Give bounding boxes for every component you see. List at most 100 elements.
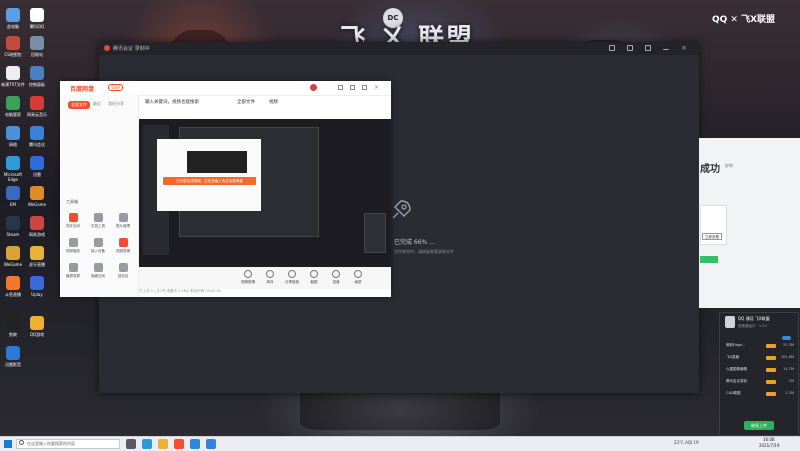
windows-start-icon[interactable] [4,440,12,448]
clock-time[interactable]: 16:08 [763,437,775,442]
desktop-icon[interactable]: EM [0,186,26,207]
toolbox-item[interactable]: 截屏录屏 [64,263,82,279]
desktop-icon[interactable]: 腾讯QQ [24,8,50,29]
notification-popup[interactable]: QQ 通话 飞X联盟 语音通话中 · 1:53 微软Edge... 52.3M 飞X… [719,312,799,436]
desktop-icon[interactable]: 斗鱼直播 [0,276,26,297]
desktop-icon[interactable]: 控制面板 [24,66,50,87]
desktop-icon[interactable]: 虎牙直播 [24,246,50,267]
toolbox-item[interactable]: 照片管理 [114,213,132,229]
desktop-icon[interactable]: CS地图包 [0,36,26,57]
toolbox-item[interactable]: 回收站 [114,263,132,279]
desktop-icon[interactable]: 网络 [0,126,26,147]
desktop-icon[interactable]: Microsoft Edge [0,156,26,182]
popup-row-value: 52.3M [783,343,794,347]
desktop-icon[interactable]: 迅雷影音 [0,346,26,367]
explorer-icon[interactable] [158,439,168,449]
desktop-icon-label: QQ游戏 [29,332,45,337]
result-subtitle: 好的 [725,163,733,168]
toggle-switch[interactable] [782,336,791,340]
mail-icon[interactable] [338,85,343,90]
toolbox-item[interactable]: 视频剪辑 [114,238,132,254]
video-tool-button[interactable]: 分享链接 [283,270,301,285]
close-icon[interactable]: × [681,45,687,52]
popup-action-button[interactable]: 继续上传 [744,421,774,430]
app-icon [30,126,44,140]
clock-date[interactable]: 2021/7/19 [759,443,780,448]
popup-row[interactable]: 微软Edge... 52.3M [726,343,796,350]
upload-toast: 已为您生成视频，正在准备上传至百度网盘 [163,177,256,185]
window-titlebar[interactable]: 腾讯会议 录制中 × [99,42,699,55]
desktop-icon[interactable]: 回收站 [24,36,50,57]
desktop-icon[interactable]: QQ游戏 [24,316,50,337]
popup-row-label: CAD看图 [726,391,741,395]
netdisk-window[interactable]: 百度网盘 SVIP × 全部文件 最近 我的分享 工具箱 同步空间 文档工具 照片管… [60,81,391,297]
taskbar-search-input[interactable]: 在这里输入你要搜索的内容 [16,439,120,449]
desktop-icon[interactable]: WeGame [24,186,50,207]
desktop-icon[interactable]: 剪映 [0,316,26,337]
baidu-netdisk-icon[interactable] [174,439,184,449]
desktop-icon[interactable]: 迅雷 [24,156,50,177]
desktop-icon[interactable]: 电脑管家 [0,96,26,117]
app-icon [6,216,20,230]
toolbox-item[interactable]: 同步空间 [64,213,82,229]
toolbox-item[interactable]: 视频播放 [64,238,82,254]
desktop-icon-label: 腾讯QQ [29,24,45,29]
edge-icon[interactable] [142,439,152,449]
tab-my-share[interactable]: 我的分享 [108,101,124,107]
video-tool-button[interactable]: 转存 [261,270,279,285]
desktop-icon-label: 此电脑 [7,24,19,29]
window-title: 腾讯会议 录制中 [113,46,150,52]
tab-all-files[interactable]: 全部文件 [68,101,90,109]
tool-icon [68,238,78,247]
video-tool-button[interactable]: 画质 [349,270,367,285]
desktop-icon[interactable]: 网易云音乐 [24,96,50,117]
popup-row[interactable]: CAD看图 1.2M [726,391,796,398]
popup-row[interactable]: 飞X直播 102.6M [726,355,796,362]
camera-icon[interactable] [627,45,633,51]
video-tool-button[interactable]: 视频剪辑 [239,270,257,285]
svip-badge[interactable]: SVIP [108,84,123,91]
desktop-icon[interactable]: 此电脑 [0,8,26,29]
toolbox-item[interactable]: 接入设备 [89,238,107,254]
pin-icon[interactable] [609,45,615,51]
tab-video[interactable]: 视频 [269,99,278,105]
desktop-icon[interactable]: 新建TXT文件 [0,66,26,87]
confirm-button[interactable] [700,256,718,263]
skin-icon[interactable] [350,85,355,90]
avatar[interactable] [310,84,317,91]
video-tool-button[interactable]: 倍速 [327,270,345,285]
close-icon[interactable]: × [374,84,379,91]
search-input[interactable]: 输入关键词，视频也能搜索 [145,99,199,105]
weather-indicator[interactable]: 23°C AQI 19 [674,440,699,445]
meeting-icon[interactable] [206,439,216,449]
nested-popup [364,213,386,253]
popup-row[interactable]: 六翼图像编辑 14.7M [726,367,796,374]
tab-files[interactable]: 全部文件 [237,99,255,105]
view-button[interactable]: 立即查看 [702,233,722,240]
video-preview[interactable] [139,119,391,267]
settings-icon[interactable] [645,45,651,51]
popup-row[interactable]: 腾讯会议录制 1M [726,379,796,386]
video-tool-button[interactable]: 截图 [305,270,323,285]
desktop-icon-label: 腾讯会议 [29,142,45,147]
desktop-icon[interactable]: Uplay [24,276,50,297]
qq-icon[interactable] [190,439,200,449]
tool-label: 回收站 [117,274,129,278]
video-tool-label: 画质 [354,280,362,284]
minimize-icon[interactable] [663,45,669,50]
app-icon [6,156,20,170]
task-view-icon[interactable] [126,439,136,449]
tool-label: 视频播放 [66,249,80,253]
netdisk-sidebar: 全部文件 最近 我的分享 工具箱 同步空间 文档工具 照片管理 视频播放 接入设备 视频剪… [60,95,139,297]
settings-icon[interactable] [362,85,367,90]
tool-icon [332,270,340,278]
tab-recent[interactable]: 最近 [93,101,101,107]
toolbox-item[interactable]: 隐藏空间 [89,263,107,279]
desktop-icon[interactable]: 腾讯会议 [24,126,50,147]
desktop-icon[interactable]: Steam [0,216,26,237]
status-badge [766,392,776,396]
tool-label: 照片管理 [116,224,130,228]
toolbox-item[interactable]: 文档工具 [89,213,107,229]
desktop-icon[interactable]: 网易游戏 [24,216,50,237]
desktop-icon[interactable]: WeGame [0,246,26,267]
